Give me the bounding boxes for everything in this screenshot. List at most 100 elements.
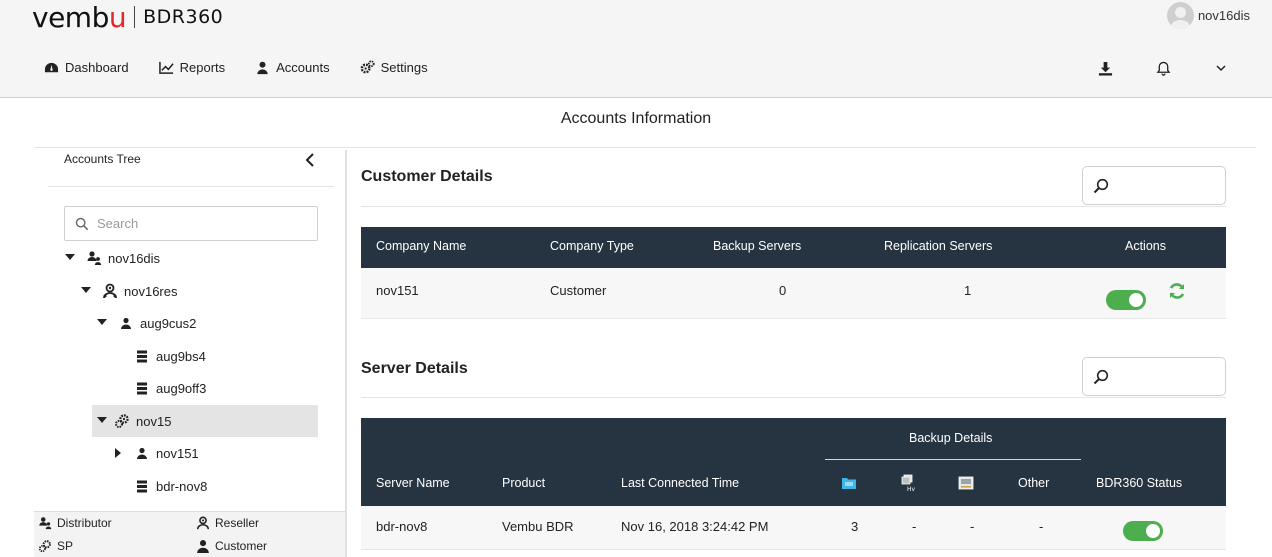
server-table-header: Backup Details Server Name Product Last … [361,418,1226,506]
dashboard-icon [44,62,59,73]
nav-settings-label: Settings [380,60,428,75]
col-last-connected[interactable]: Last Connected Time [621,476,739,490]
tree-node-distributor[interactable]: nov16dis [64,242,160,274]
col-backup-servers[interactable]: Backup Servers [713,239,801,253]
legend-sp: SP [38,539,73,553]
server-details-title: Server Details [361,360,468,377]
collapse-tree-button[interactable] [304,152,318,168]
sp-icon [38,540,51,553]
search-icon [75,217,89,230]
nav-dashboard[interactable]: Dashboard [44,60,129,75]
caret-down-icon[interactable] [80,285,92,297]
download-icon [1098,61,1112,76]
chevron-left-icon [305,153,314,167]
col-bdr360-status: BDR360 Status [1096,476,1183,490]
tree-node-customer[interactable]: nov151 [112,437,199,469]
header-tools [1076,58,1250,78]
caret-down-icon[interactable] [96,415,108,427]
product-cell: Vembu BDR [502,519,574,534]
last-connected-cell: Nov 16, 2018 3:24:42 PM [621,519,769,534]
tree-node-server[interactable]: aug9bs4 [112,340,206,372]
table-row[interactable]: bdr-nov8 Vembu BDR Nov 16, 2018 3:24:42 … [361,506,1226,550]
caret-down-icon[interactable] [96,317,108,329]
nav-accounts[interactable]: Accounts [255,60,330,75]
bdr360-status-toggle[interactable] [1123,521,1163,541]
backup-servers-cell: 0 [779,283,787,298]
tree-node-reseller[interactable]: nov16res [80,275,177,307]
customer-details-title: Customer Details [361,168,493,185]
bell-icon [1156,61,1170,76]
caret-down-icon[interactable] [64,252,76,264]
refresh-button[interactable] [1167,281,1187,304]
col-replication-servers[interactable]: Replication Servers [884,239,992,253]
hyperv-icon: Hv [901,474,916,493]
col-company-name[interactable]: Company Name [376,239,466,253]
tree-node-customer[interactable]: aug9cus2 [96,307,196,339]
tree-node-label: aug9cus2 [140,315,197,331]
col-server-name[interactable]: Server Name [376,476,450,490]
other-backup-count: - [1039,519,1044,534]
col-product[interactable]: Product [502,476,545,490]
col-other: Other [1018,476,1050,490]
server-search-input[interactable] [1115,369,1215,384]
search-icon [1093,369,1109,384]
col-hyperv-backup: Hv [901,474,917,495]
nav-dashboard-label: Dashboard [65,60,129,75]
refresh-icon [1169,283,1185,299]
customer-search-input[interactable] [1115,178,1215,193]
divider [34,147,1256,148]
nav-reports-label: Reports [179,60,226,75]
server-search[interactable] [1082,357,1226,396]
download-button[interactable] [1076,58,1134,78]
disk-image-icon [958,476,974,490]
sp-icon [114,413,130,429]
more-menu-button[interactable] [1192,58,1250,78]
nav-accounts-label: Accounts [276,60,330,75]
logo-separator [134,6,136,28]
tree-node-server[interactable]: aug9off3 [112,372,206,404]
tree-heading: Accounts Tree [64,152,141,166]
page-title: Accounts Information [560,110,712,127]
user-name: nov16dis [1197,8,1250,23]
hyperv-backup-count: - [912,519,917,534]
server-icon [134,380,150,396]
distributor-icon [86,250,102,266]
table-row[interactable]: nov151 Customer 0 1 [361,268,1226,319]
divider [825,459,1081,460]
customer-icon [134,445,150,461]
replication-servers-cell: 1 [964,283,972,298]
main-nav: Dashboard Reports Accounts Settings [44,60,458,75]
enable-toggle[interactable] [1106,290,1146,310]
tree-node-server[interactable]: bdr-nov8 [112,470,207,502]
nav-settings[interactable]: Settings [360,60,428,75]
vembu-logo[interactable]: vembu BDR360 [32,0,224,34]
col-actions: Actions [1125,239,1166,253]
product-name: BDR360 [143,6,224,28]
legend-reseller: Reseller [196,516,259,530]
user-menu[interactable]: nov16dis [1166,2,1250,29]
col-company-type[interactable]: Company Type [550,239,634,253]
accounts-tree-panel: Accounts Tree nov16dis nov16res aug9cus2… [34,150,347,557]
tree-node-label: nov16res [124,283,178,299]
avatar [1166,2,1194,29]
logo-text: vembu [32,0,127,34]
top-header: vembu BDR360 nov16dis Dashboard Reports … [0,0,1272,98]
folder-icon [842,478,856,489]
server-name-cell[interactable]: bdr-nov8 [376,519,427,534]
caret-right-icon[interactable] [112,447,124,459]
notifications-button[interactable] [1134,58,1192,78]
col-image-backup [958,475,974,494]
tree-node-sp[interactable]: nov15 [92,405,318,437]
tree-node-label: aug9bs4 [156,348,206,364]
tree-search-input[interactable] [97,216,297,231]
tree-node-label: bdr-nov8 [156,478,208,494]
customer-icon [118,315,134,331]
customer-table-header: Company Name Company Type Backup Servers… [361,227,1226,268]
tree-search[interactable] [64,206,318,241]
chevron-down-icon [1216,65,1226,72]
company-name-cell[interactable]: nov151 [376,283,419,298]
tree-node-label: nov15 [136,413,172,429]
customer-search[interactable] [1082,166,1226,205]
distributor-icon [39,517,52,530]
nav-reports[interactable]: Reports [158,60,226,75]
